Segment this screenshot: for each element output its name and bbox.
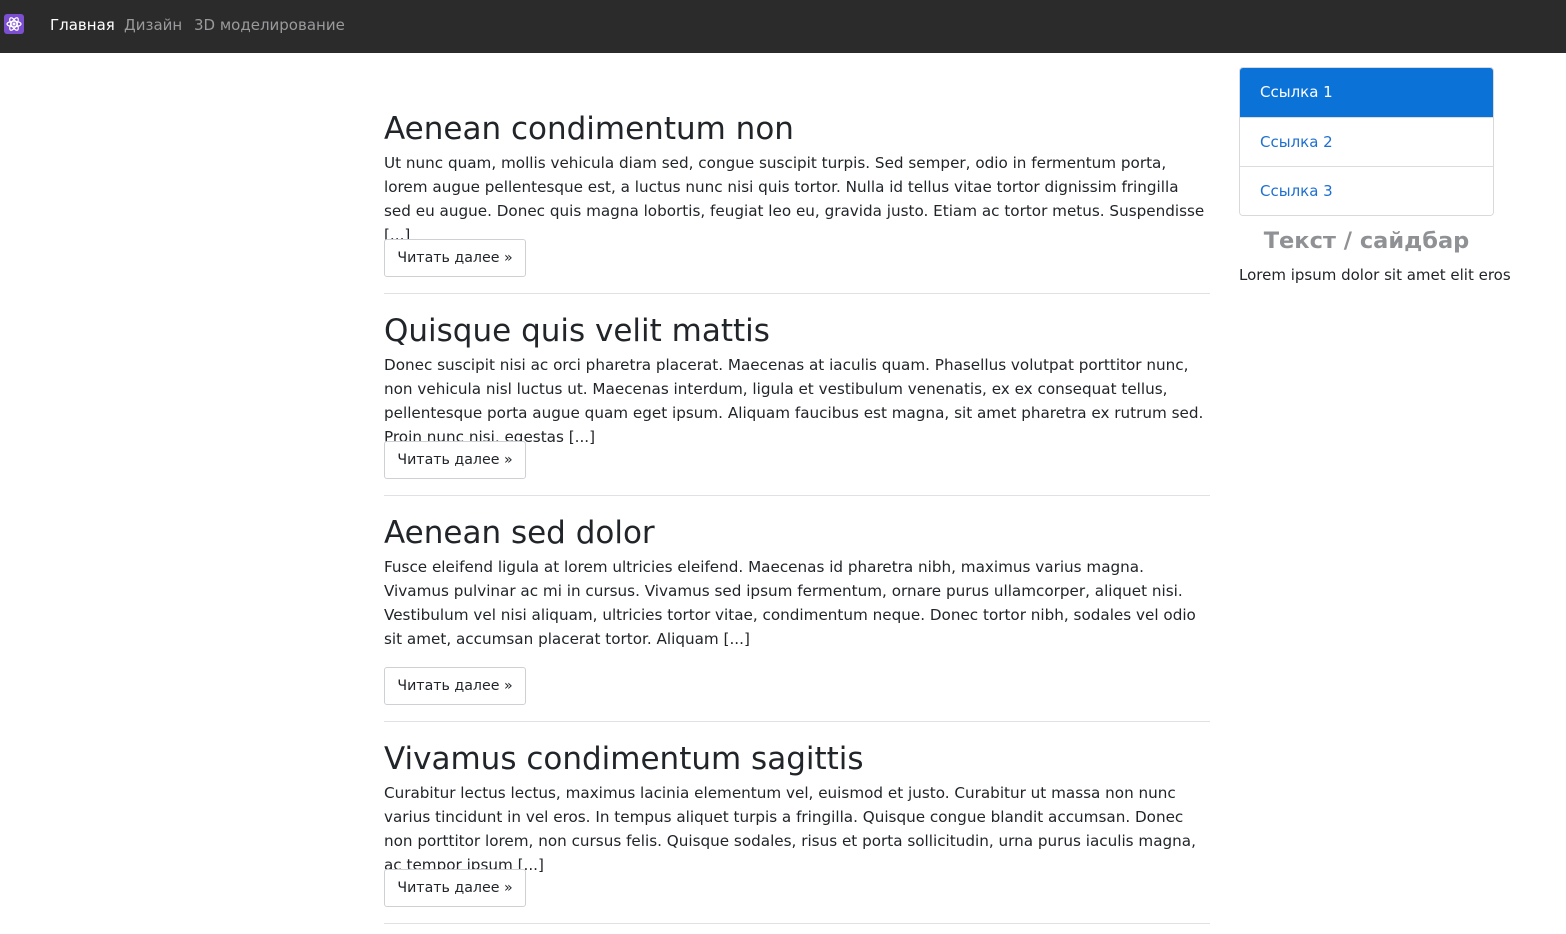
read-more-button[interactable]: Читать далее » — [384, 441, 526, 479]
sidebar-link-2[interactable]: Ссылка 2 — [1240, 117, 1493, 166]
sidebar-title: Текст / сайдбар — [1263, 228, 1470, 254]
nav-item-3d-modeling[interactable]: 3D моделирование — [194, 15, 345, 35]
post-excerpt: Ut nunc quam, mollis vehicula diam sed, … — [384, 154, 1205, 244]
post-title: Aenean condimentum non — [384, 111, 794, 147]
top-navbar: Главная Дизайн 3D моделирование — [0, 0, 1566, 53]
sidebar-link-3[interactable]: Ссылка 3 — [1240, 166, 1493, 215]
sidebar-link-1[interactable]: Ссылка 1 — [1240, 68, 1493, 117]
nav-item-design[interactable]: Дизайн — [124, 15, 182, 35]
sidebar-text: Lorem ipsum dolor sit amet elit eros — [1239, 266, 1511, 284]
post-divider — [384, 721, 1210, 722]
post-title: Vivamus condimentum sagittis — [384, 741, 864, 777]
post-title: Quisque quis velit mattis — [384, 313, 770, 349]
nav-item-home[interactable]: Главная — [50, 15, 115, 35]
post-excerpt: Curabitur lectus lectus, maximus lacinia… — [384, 784, 1196, 874]
post-divider — [384, 293, 1210, 294]
post-divider — [384, 923, 1210, 924]
post-excerpt: Donec suscipit nisi ac orci pharetra pla… — [384, 356, 1204, 446]
sidebar-link-list: Ссылка 1 Ссылка 2 Ссылка 3 — [1239, 67, 1494, 216]
read-more-button[interactable]: Читать далее » — [384, 667, 526, 705]
post-divider — [384, 495, 1210, 496]
read-more-button[interactable]: Читать далее » — [384, 869, 526, 907]
post-title: Aenean sed dolor — [384, 515, 655, 551]
post-excerpt: Fusce eleifend ligula at lorem ultricies… — [384, 558, 1196, 648]
read-more-button[interactable]: Читать далее » — [384, 239, 526, 277]
atom-icon[interactable] — [4, 14, 24, 34]
